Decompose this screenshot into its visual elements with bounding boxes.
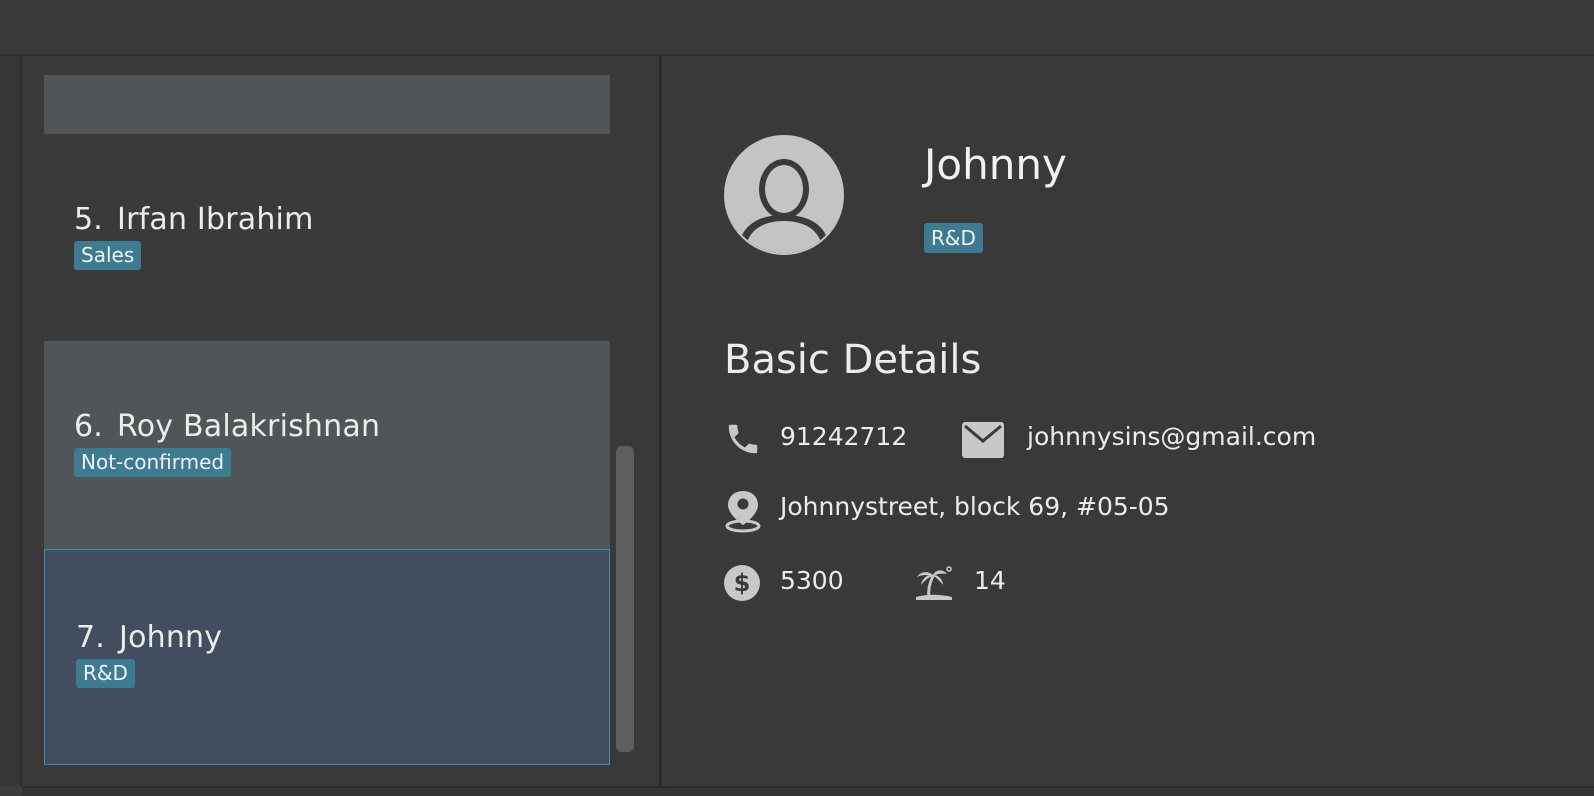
user-avatar-icon xyxy=(724,135,844,255)
employee-card-6[interactable]: 6. Roy Balakrishnan Not-confirmed xyxy=(44,341,610,549)
employee-name: Irfan Ibrahim xyxy=(117,202,314,237)
dollar-icon: $ xyxy=(724,565,760,601)
employee-name: Roy Balakrishnan xyxy=(117,409,381,444)
employee-tag: R&D xyxy=(76,659,135,688)
detail-tag: R&D xyxy=(924,223,983,253)
employee-card-title: 5. Irfan Ibrahim xyxy=(74,202,314,237)
employee-list-panel: 5. Irfan Ibrahim Sales 6. Roy Balakrishnan… xyxy=(22,56,662,786)
envelope-icon xyxy=(962,422,1004,458)
employee-card-7[interactable]: 7. Johnny R&D xyxy=(44,549,610,765)
top-menu-bar xyxy=(0,0,1594,56)
leave-days: 14 xyxy=(974,566,1006,595)
list-scrollbar[interactable] xyxy=(616,446,634,752)
email-address: johnnysins@gmail.com xyxy=(1027,422,1317,451)
bottom-status-strip xyxy=(22,786,1594,796)
employee-card-5[interactable]: 5. Irfan Ibrahim Sales xyxy=(44,134,610,341)
phone-icon xyxy=(728,424,758,454)
employee-index: 6. xyxy=(74,409,104,444)
detail-name: Johnny xyxy=(924,140,1067,189)
employee-name: Johnny xyxy=(119,620,223,655)
left-edge-panel xyxy=(0,56,22,786)
address: Johnnystreet, block 69, #05-05 xyxy=(780,492,1170,521)
employee-detail-panel: Johnny R&D Basic Details 91242712 johnny… xyxy=(665,56,1594,786)
employee-index: 5. xyxy=(74,202,104,237)
salary: 5300 xyxy=(780,566,844,595)
employee-list: 5. Irfan Ibrahim Sales 6. Roy Balakrishnan… xyxy=(44,75,610,765)
svg-text:$: $ xyxy=(734,569,751,597)
location-pin-icon xyxy=(725,491,761,533)
employee-index: 7. xyxy=(76,620,106,655)
basic-details-heading: Basic Details xyxy=(724,337,982,383)
employee-tag: Sales xyxy=(74,241,142,270)
palm-tree-icon xyxy=(916,566,952,600)
employee-card-title: 6. Roy Balakrishnan xyxy=(74,409,380,444)
phone-number: 91242712 xyxy=(780,422,908,451)
employee-card-title: 7. Johnny xyxy=(76,620,222,655)
list-item-partial[interactable] xyxy=(44,75,610,134)
employee-tag: Not-confirmed xyxy=(74,448,232,477)
